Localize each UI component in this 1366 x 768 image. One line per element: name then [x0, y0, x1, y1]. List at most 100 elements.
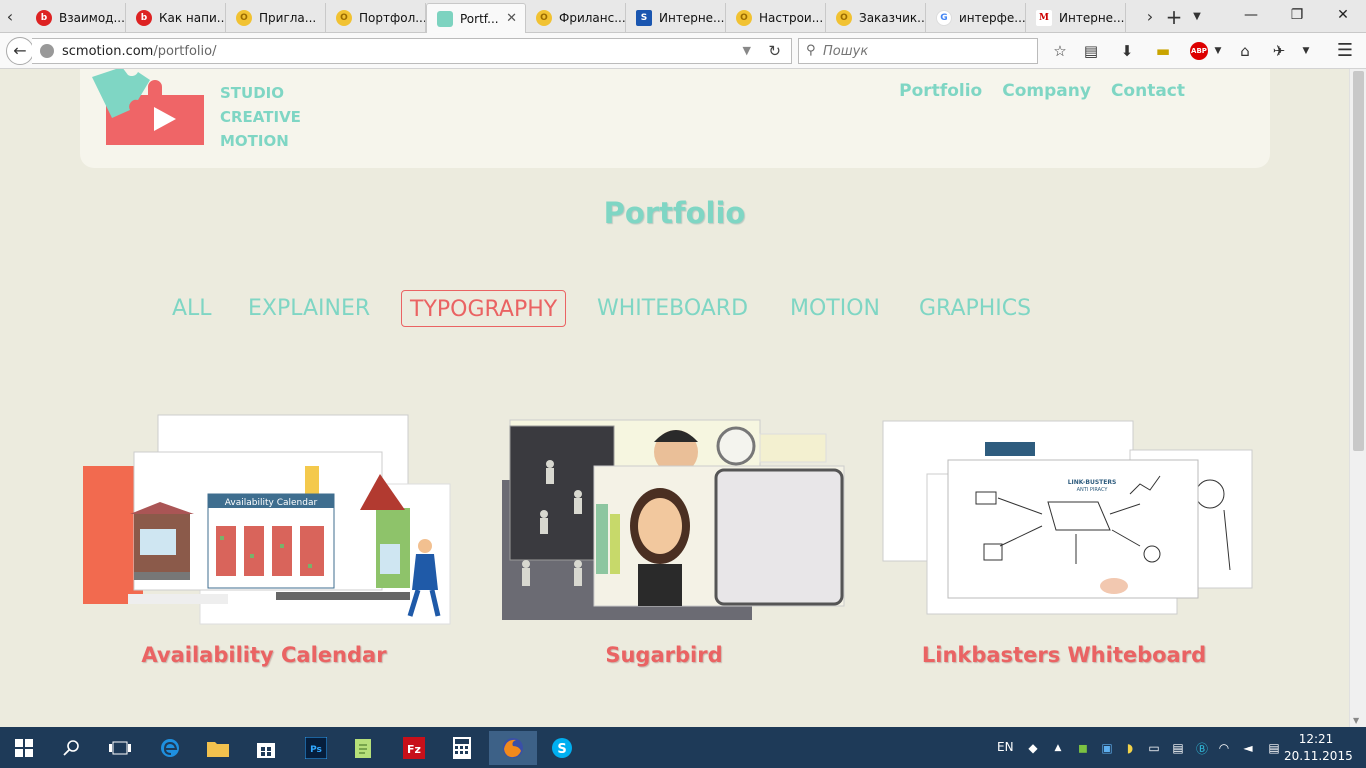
filter-motion[interactable]: MOTION [782, 290, 888, 327]
menu-icon[interactable]: ☰ [1334, 41, 1356, 61]
adblock-dropdown[interactable]: ▼ [1207, 41, 1229, 61]
store-icon[interactable] [242, 731, 290, 765]
calculator-icon[interactable] [438, 731, 486, 765]
project-title[interactable]: Availability Calendar [74, 643, 454, 667]
keyboard-icon[interactable]: ▤ [1170, 740, 1186, 756]
home-icon[interactable]: ⌂ [1234, 41, 1256, 61]
sugarbird-thumbnail [502, 419, 845, 620]
adblock-plus-icon[interactable]: ABP [1190, 42, 1208, 60]
downloads-icon[interactable]: ⬇ [1116, 41, 1138, 61]
browser-tab[interactable]: O Заказчик... [826, 3, 926, 33]
browser-tab[interactable]: G интерфе... [926, 3, 1026, 33]
nav-portfolio-link[interactable]: Portfolio [899, 81, 982, 101]
search-bar: ⚲ [798, 38, 1038, 64]
filter-explainer[interactable]: EXPLAINER [240, 290, 378, 327]
scroll-down-arrow[interactable]: ▼ [1353, 716, 1359, 725]
close-window-button[interactable]: ✕ [1320, 0, 1366, 30]
input-language[interactable]: EN [997, 740, 1014, 754]
url-text: scmotion.com/portfolio/ [62, 44, 216, 59]
logo-line: CREATIVE [220, 108, 301, 126]
tab-title: Интерне... [1059, 11, 1125, 25]
tab-title: Интерне... [659, 11, 725, 25]
tab-scroll-right-button[interactable]: › [1140, 4, 1160, 30]
browser-tab[interactable]: O Пригла... [226, 3, 326, 33]
page-scrollbar[interactable]: ▼ [1349, 69, 1366, 727]
filter-all[interactable]: ALL [164, 290, 220, 327]
logo-text: STUDIO CREATIVE MOTION [220, 81, 301, 153]
linkbasters-whiteboard-thumbnail: LINK-BUSTERS ANTI PIRACY [882, 420, 1253, 615]
filter-whiteboard[interactable]: WHITEBOARD [589, 290, 756, 327]
project-title[interactable]: Linkbasters Whiteboard [874, 643, 1254, 667]
file-explorer-icon[interactable] [194, 731, 242, 765]
site-header: STUDIO CREATIVE MOTION Portfolio Company… [80, 69, 1270, 168]
bookmark-star-icon[interactable]: ☆ [1049, 41, 1071, 61]
browser-tab-active[interactable]: Portf... ✕ [426, 3, 526, 33]
tab-title: Фриланс... [559, 11, 626, 25]
svg-text:S: S [557, 742, 566, 757]
firefox-icon[interactable] [489, 731, 537, 765]
tray-network-monitor-icon[interactable]: ▣ [1099, 740, 1115, 756]
coin-icon: O [336, 10, 352, 26]
svg-text:Ps: Ps [310, 745, 322, 755]
edge-icon[interactable] [146, 731, 194, 765]
scrollbar-thumb[interactable] [1353, 71, 1364, 451]
restore-button[interactable]: ❐ [1274, 0, 1320, 30]
tab-title: интерфе... [959, 11, 1026, 25]
project-title[interactable]: Sugarbird [474, 643, 854, 667]
close-tab-icon[interactable]: ✕ [506, 11, 517, 26]
minimize-button[interactable]: — [1228, 0, 1274, 30]
windows-start-icon[interactable] [0, 731, 48, 765]
url-history-dropdown[interactable]: ▼ [743, 44, 751, 57]
url-host: scmotion.com [62, 44, 154, 59]
extension-dropdown[interactable]: ▼ [1295, 41, 1317, 61]
filter-typography[interactable]: TYPOGRAPHY [401, 290, 567, 327]
url-bar[interactable]: scmotion.com/portfolio/ ▼ ↻ [32, 38, 792, 64]
nav-company-link[interactable]: Company [1002, 81, 1091, 101]
web-page: STUDIO CREATIVE MOTION Portfolio Company… [0, 69, 1366, 727]
photoshop-icon[interactable]: Ps [292, 731, 340, 765]
gmail-icon: M [1036, 10, 1052, 26]
page-title: Portfolio [603, 196, 746, 230]
browser-tab[interactable]: b Как напи... [126, 3, 226, 33]
tab-scroll-left-button[interactable]: ‹ [0, 4, 20, 30]
extension-bird-icon[interactable]: ✈ [1268, 41, 1290, 61]
volume-icon[interactable]: ◄ [1240, 740, 1256, 756]
puzzle-logo-icon[interactable] [92, 69, 204, 145]
browser-tab[interactable]: O Портфол... [326, 3, 426, 33]
nav-contact-link[interactable]: Contact [1111, 81, 1185, 101]
opera-icon: b [136, 10, 152, 26]
tray-b-icon[interactable]: Ⓑ [1194, 740, 1210, 756]
tab-list-dropdown[interactable]: ▼ [1188, 4, 1206, 30]
reading-list-icon[interactable]: ▤ [1080, 41, 1102, 61]
wifi-icon[interactable]: ◠ [1216, 740, 1232, 756]
filter-graphics[interactable]: GRAPHICS [911, 290, 1039, 327]
extension-icon[interactable]: ▬ [1152, 41, 1174, 61]
back-button[interactable]: ← [6, 37, 34, 65]
reload-icon[interactable]: ↻ [768, 42, 781, 60]
opera-icon: b [36, 10, 52, 26]
notepadpp-icon[interactable] [340, 731, 388, 765]
tab-title: Заказчик... [859, 11, 926, 25]
tray-expand-icon[interactable]: ▲ [1050, 740, 1066, 756]
clock-time[interactable]: 12:21 [1296, 732, 1336, 746]
browser-tab[interactable]: O Фриланс... [526, 3, 626, 33]
clock-date[interactable]: 20.11.2015 [1284, 749, 1353, 763]
skype-icon[interactable]: S [538, 731, 586, 765]
tab-title: Пригла... [259, 11, 317, 25]
browser-tab[interactable]: S Интерне... [626, 3, 726, 33]
task-view-icon[interactable] [96, 731, 144, 765]
action-center-icon[interactable]: ▤ [1266, 740, 1282, 756]
search-icon[interactable] [48, 731, 96, 765]
battery-icon[interactable]: ▭ [1146, 740, 1162, 756]
globe-icon [40, 44, 54, 58]
tray-note-icon[interactable]: ◗ [1122, 740, 1138, 756]
tray-app-icon[interactable]: ◆ [1025, 740, 1041, 756]
thumbnail-caption: LINK-BUSTERS [1068, 479, 1117, 486]
search-input[interactable] [823, 42, 1023, 60]
new-tab-button[interactable]: + [1162, 4, 1186, 30]
browser-tab[interactable]: b Взаимод... [26, 3, 126, 33]
filezilla-icon[interactable]: Fz [390, 731, 438, 765]
browser-tab[interactable]: O Настрои... [726, 3, 826, 33]
browser-tab[interactable]: M Интерне... [1026, 3, 1126, 33]
nvidia-icon[interactable]: ◼ [1075, 740, 1091, 756]
